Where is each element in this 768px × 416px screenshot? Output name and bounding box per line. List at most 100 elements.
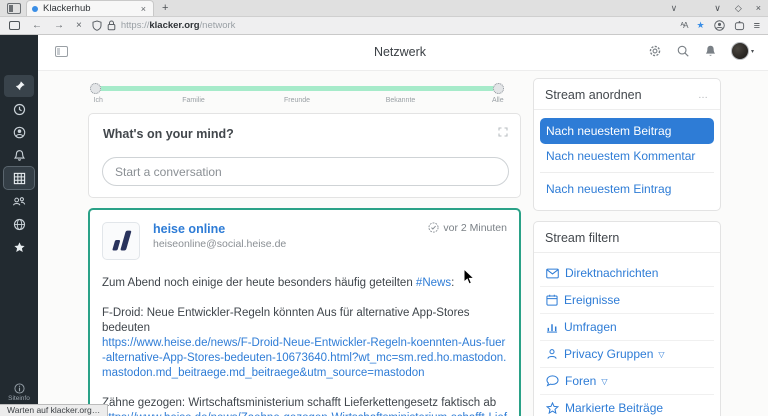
filter-privacy-groups[interactable]: Privacy Gruppen ▽ xyxy=(540,342,714,366)
expand-icon[interactable] xyxy=(498,127,508,137)
account-icon[interactable] xyxy=(714,20,725,31)
window-close-button[interactable]: × xyxy=(756,3,761,13)
post-meta: vor 2 Minuten xyxy=(428,222,507,260)
notifications-bell-icon[interactable] xyxy=(704,44,717,58)
sidebar-item-recent[interactable] xyxy=(4,98,34,120)
composer-title: What's on your mind? xyxy=(103,127,234,141)
avatar xyxy=(731,42,749,60)
sidebar-item-bookmarks[interactable] xyxy=(4,236,34,258)
window-minimize-button[interactable]: ∨ xyxy=(714,3,721,14)
news-link[interactable]: https://www.heise.de/news/Zaehne-gezogen… xyxy=(102,411,507,416)
sidebar-toggle-icon[interactable] xyxy=(55,46,68,57)
news-title: F-Droid: Neue Entwickler-Regeln könnten … xyxy=(102,306,507,336)
post-body: Zum Abend noch einige der heute besonder… xyxy=(102,276,507,416)
page-header: Netzwerk ▾ xyxy=(38,35,768,71)
hashtag-link[interactable]: #News xyxy=(416,277,451,289)
news-link[interactable]: https://www.heise.de/news/F-Droid-Neue-E… xyxy=(102,336,507,381)
stream-filter-title: Stream filtern xyxy=(545,231,619,245)
filter-events[interactable]: Ereignisse xyxy=(540,288,714,312)
filter-direct-messages[interactable]: Direktnachrichten xyxy=(540,261,714,285)
bookmark-star-icon[interactable]: ★ xyxy=(697,20,705,31)
sort-option-newest-post[interactable]: Nach neuestem Beitrag xyxy=(540,118,714,144)
browser-toolbar: ← → × https://klacker.org/network ᴬA ★ ≡ xyxy=(0,17,768,35)
tab-favicon xyxy=(32,6,38,12)
slider-label: Bekannte xyxy=(386,97,416,104)
search-icon[interactable] xyxy=(676,44,690,58)
caret-outline-icon: ▽ xyxy=(601,377,607,386)
slider-handle-left[interactable] xyxy=(90,83,101,94)
siteinfo-label: Siteinfo xyxy=(0,395,38,402)
new-tab-button[interactable]: + xyxy=(162,2,168,14)
info-icon xyxy=(0,383,38,394)
translate-icon[interactable]: ᴬA xyxy=(681,21,688,30)
filter-starred-posts[interactable]: Markierte Beiträge xyxy=(540,396,714,416)
slider-label: Alle xyxy=(492,97,504,104)
ellipsis-icon[interactable]: … xyxy=(698,90,709,101)
forward-button[interactable]: → xyxy=(54,21,64,31)
bell-icon xyxy=(13,149,26,162)
thumbtack-icon xyxy=(13,80,26,93)
slider-labels: Ich Familie Freunde Bekannte Alle xyxy=(90,97,504,107)
grid-icon xyxy=(13,172,26,185)
post-author-name[interactable]: heise online xyxy=(153,222,428,236)
tab-manager-icon[interactable] xyxy=(9,21,20,30)
post-timestamp[interactable]: vor 2 Minuten xyxy=(443,222,507,234)
list-all-tabs-icon[interactable]: ∨ xyxy=(671,3,678,14)
sort-option-newest-comment[interactable]: Nach neuestem Kommentar xyxy=(540,144,714,168)
app-sidebar: Siteinfo xyxy=(0,35,38,404)
tab-close-icon[interactable]: × xyxy=(139,4,148,14)
star-outline-icon xyxy=(546,402,559,414)
settings-gear-icon[interactable] xyxy=(648,44,662,58)
slider-track[interactable] xyxy=(96,86,498,91)
network-group-slider[interactable]: Ich Familie Freunde Bekannte Alle xyxy=(90,83,504,109)
person-icon xyxy=(546,348,558,360)
siteinfo-link[interactable]: Siteinfo xyxy=(0,383,38,402)
post-card: heise online heiseonline@social.heise.de… xyxy=(88,208,521,416)
envelope-icon xyxy=(546,268,559,279)
star-icon xyxy=(13,241,26,254)
window-maximize-button[interactable]: ◇ xyxy=(735,3,742,14)
globe-icon xyxy=(13,218,26,231)
slider-handle-right[interactable] xyxy=(493,83,504,94)
sidebar-item-notifications[interactable] xyxy=(4,144,34,166)
sidebar-item-profile[interactable] xyxy=(4,121,34,143)
composer-input[interactable] xyxy=(102,157,509,186)
page-title: Netzwerk xyxy=(300,45,500,59)
firefox-view-icon[interactable] xyxy=(7,3,21,14)
user-icon xyxy=(13,126,26,139)
url-bar[interactable]: https://klacker.org/network xyxy=(92,19,672,33)
tab-title: Klackerhub xyxy=(43,3,139,14)
stop-button[interactable]: × xyxy=(76,21,82,31)
sidebar-item-network[interactable] xyxy=(4,167,34,189)
back-button[interactable]: ← xyxy=(32,21,42,31)
browser-status-bar: Warten auf klacker.org… xyxy=(0,404,108,416)
post-header: heise online heiseonline@social.heise.de… xyxy=(102,222,507,260)
stream-order-panel: Stream anordnen … Nach neuestem Beitrag … xyxy=(533,78,721,211)
caret-outline-icon: ▽ xyxy=(658,350,664,359)
extensions-icon[interactable] xyxy=(734,20,745,31)
slider-label: Familie xyxy=(182,97,205,104)
composer-card: What's on your mind? xyxy=(88,113,521,198)
sort-option-newest-entry[interactable]: Nach neuestem Eintrag xyxy=(540,177,714,201)
menu-icon[interactable]: ≡ xyxy=(754,20,760,32)
sidebar-item-community[interactable] xyxy=(4,213,34,235)
news-title: Zähne gezogen: Wirtschaftsministerium sc… xyxy=(102,396,507,411)
sidebar-item-contacts[interactable] xyxy=(4,190,34,212)
caret-down-icon: ▾ xyxy=(751,48,754,55)
browser-tab[interactable]: Klackerhub × xyxy=(26,0,154,16)
filter-polls[interactable]: Umfragen xyxy=(540,315,714,339)
post-intro: Zum Abend noch einige der heute besonder… xyxy=(102,276,507,291)
slider-label: Freunde xyxy=(284,97,310,104)
user-menu[interactable]: ▾ xyxy=(731,42,754,60)
filter-forums[interactable]: Foren ▽ xyxy=(540,369,714,393)
sidebar-item-pinned[interactable] xyxy=(4,75,34,97)
main-content: Ich Familie Freunde Bekannte Alle What's… xyxy=(38,71,768,416)
users-icon xyxy=(12,195,26,208)
lock-icon[interactable] xyxy=(107,20,116,31)
browser-tab-bar: Klackerhub × + ∨ ∨ ◇ × xyxy=(0,0,768,17)
stream-filter-panel: Stream filtern Direktnachrichten Ereigni… xyxy=(533,221,721,416)
post-news-item: Zähne gezogen: Wirtschaftsministerium sc… xyxy=(102,396,507,416)
tracking-shield-icon[interactable] xyxy=(92,20,102,31)
post-author-avatar[interactable] xyxy=(102,222,140,260)
calendar-icon xyxy=(546,294,558,306)
